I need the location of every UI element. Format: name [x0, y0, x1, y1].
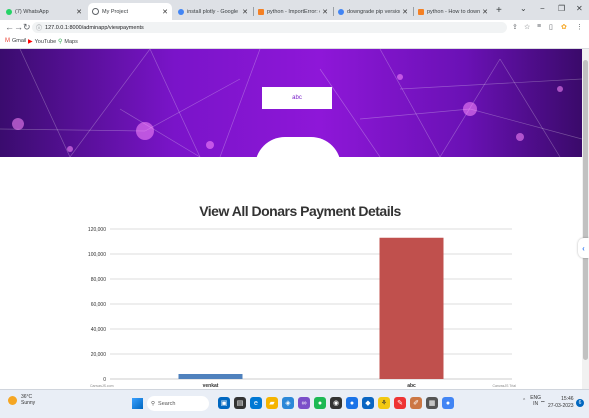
- edge-icon[interactable]: e: [250, 397, 262, 409]
- chart-credit-left: CanvasJS.com: [90, 384, 114, 388]
- minimize-icon[interactable]: −: [540, 4, 545, 13]
- python-icon[interactable]: ⚘: [378, 397, 390, 409]
- username-box: abc: [262, 87, 332, 109]
- tab-search-icon[interactable]: ⌄: [520, 4, 527, 13]
- close-tab-icon[interactable]: ✕: [162, 8, 168, 16]
- taskview-icon[interactable]: ▣: [218, 397, 230, 409]
- tab-strip: (7) WhatsApp ✕ My Project ✕ install plot…: [0, 0, 589, 20]
- close-window-icon[interactable]: ✕: [576, 4, 583, 13]
- extension-icon[interactable]: ✿: [561, 23, 567, 31]
- bar-chart-svg: View All Donars Payment Details 0 20,000 40…: [88, 203, 516, 389]
- bar-abc: [379, 237, 444, 379]
- y-tick-label: 100,000: [88, 252, 106, 258]
- wifi-icon[interactable]: ⌔: [540, 399, 546, 407]
- bookmark-youtube[interactable]: ▶ YouTube: [28, 38, 56, 46]
- weather-desc: Sunny: [21, 400, 36, 406]
- maps-icon: ⚲: [58, 39, 63, 45]
- bookmark-maps[interactable]: ⚲ Maps: [58, 38, 78, 46]
- weather-widget[interactable]: 36°C Sunny: [8, 394, 35, 406]
- share-icon[interactable]: ⇪: [512, 23, 518, 31]
- paint-icon[interactable]: ✎: [394, 397, 406, 409]
- tab-whatsapp[interactable]: (7) WhatsApp ✕: [2, 3, 86, 20]
- close-tab-icon[interactable]: ✕: [322, 8, 328, 16]
- page-viewport: abc View All Donars Payment Details 0 20,0…: [0, 49, 582, 389]
- windows-start-icon[interactable]: [132, 398, 143, 409]
- close-tab-icon[interactable]: ✕: [242, 8, 248, 16]
- search-icon: ⚲: [151, 400, 156, 407]
- tab-my-project[interactable]: My Project ✕: [88, 3, 172, 20]
- tab-stackoverflow-importerror[interactable]: python - ImportError: can ✕: [254, 3, 332, 20]
- close-tab-icon[interactable]: ✕: [482, 8, 488, 16]
- vscode-icon[interactable]: ◆: [362, 397, 374, 409]
- forward-icon[interactable]: →: [14, 22, 23, 32]
- tab-google-plotly[interactable]: install plotly - Google Sea ✕: [174, 3, 252, 20]
- stackoverflow-icon: [418, 8, 424, 15]
- taskbar-clock[interactable]: 15:46 27-03-2023: [548, 396, 574, 410]
- gmail-icon: M: [5, 38, 10, 44]
- y-tick-label: 60,000: [91, 302, 107, 308]
- clock-time: 15:46: [561, 396, 574, 402]
- sun-icon: [8, 395, 17, 405]
- chrome-alt-icon[interactable]: ●: [346, 397, 358, 409]
- new-tab-button[interactable]: +: [496, 5, 502, 16]
- info-icon[interactable]: ⓘ: [36, 23, 42, 32]
- chart-title: View All Donars Payment Details: [199, 203, 401, 219]
- visual-studio-icon[interactable]: ∞: [298, 397, 310, 409]
- store-icon[interactable]: ◈: [282, 397, 294, 409]
- close-tab-icon[interactable]: ✕: [76, 8, 82, 16]
- file-explorer-icon[interactable]: ▰: [266, 397, 278, 409]
- chrome-icon[interactable]: ●: [314, 397, 326, 409]
- y-tick-label: 40,000: [91, 327, 107, 333]
- whatsapp-icon: [6, 8, 12, 15]
- y-tick-label: 80,000: [91, 277, 107, 283]
- photos-icon[interactable]: ▦: [426, 397, 438, 409]
- tray-region: IN: [533, 401, 539, 407]
- notification-badge[interactable]: 6: [576, 399, 584, 407]
- chrome-profile-icon[interactable]: ●: [442, 397, 454, 409]
- tab-stackoverflow-downgrade[interactable]: python - How to downgrad ✕: [414, 3, 492, 20]
- sidebar-icon[interactable]: ▯: [549, 23, 553, 31]
- bookmark-gmail[interactable]: M Gmail: [5, 38, 26, 44]
- camera-icon[interactable]: ◉: [330, 397, 342, 409]
- globe-icon: [92, 8, 99, 15]
- reload-icon[interactable]: ↻: [23, 22, 31, 33]
- chevron-up-icon[interactable]: ⌃: [522, 398, 526, 404]
- taskbar-search[interactable]: ⚲ Search: [147, 396, 209, 411]
- banner-notch: [255, 137, 341, 167]
- y-tick-label: 120,000: [88, 227, 106, 233]
- address-bar[interactable]: ⓘ 127.0.0.1:8000/adminapp/viewpayments: [32, 22, 507, 33]
- payments-chart: View All Donars Payment Details 0 20,000 40…: [80, 199, 520, 389]
- notepad-icon[interactable]: ✐: [410, 397, 422, 409]
- side-panel-toggle[interactable]: ‹: [578, 238, 589, 258]
- clock-date: 27-03-2023: [548, 403, 574, 409]
- bookmarks-bar: M Gmail ▶ YouTube ⚲ Maps: [0, 36, 589, 49]
- address-bar-url: 127.0.0.1:8000/adminapp/viewpayments: [45, 24, 144, 31]
- back-icon[interactable]: ←: [5, 22, 14, 32]
- widgets-icon[interactable]: ▤: [234, 397, 246, 409]
- tab-google-downgrade-pip[interactable]: downgrade pip version - G ✕: [334, 3, 412, 20]
- restore-icon[interactable]: ❐: [558, 4, 565, 13]
- reading-mode-icon[interactable]: ≡: [537, 23, 541, 30]
- windows-taskbar: 36°C Sunny ⚲ Search ▣ ▤ e ▰ ◈ ∞ ● ◉ ● ◆ …: [0, 389, 589, 418]
- y-tick-label: 20,000: [91, 352, 107, 358]
- y-tick-label: 0: [103, 377, 106, 383]
- google-icon: [338, 8, 344, 15]
- bookmark-star-icon[interactable]: ☆: [524, 23, 530, 31]
- google-icon: [178, 8, 184, 15]
- bar-venkat: [178, 374, 243, 379]
- stackoverflow-icon: [258, 8, 264, 15]
- chart-credit-right: CanvasJS Trial: [492, 384, 516, 388]
- menu-icon[interactable]: ⋮: [576, 23, 583, 31]
- close-tab-icon[interactable]: ✕: [402, 8, 408, 16]
- youtube-icon: ▶: [28, 39, 33, 45]
- page-scrollbar-thumb[interactable]: [583, 60, 588, 360]
